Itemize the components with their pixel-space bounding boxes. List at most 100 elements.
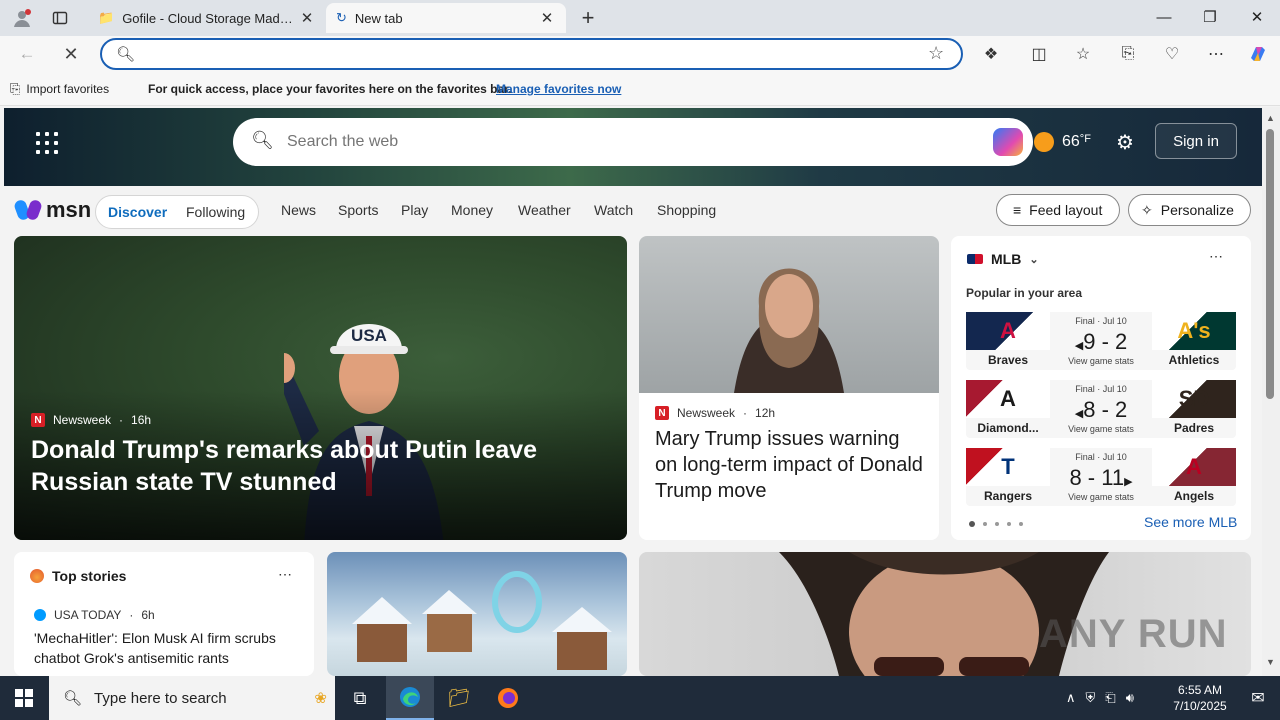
- feed-layout-button[interactable]: ≡ Feed layout: [996, 194, 1120, 226]
- nav-news[interactable]: News: [281, 202, 338, 218]
- security-icon[interactable]: ⛨: [1086, 690, 1096, 706]
- profile-icon[interactable]: [8, 4, 36, 32]
- taskbar-search-placeholder: Type here to search: [94, 689, 227, 707]
- task-view-icon[interactable]: ⧉: [336, 676, 384, 720]
- back-button[interactable]: ←: [12, 40, 42, 68]
- copilot-icon[interactable]: [1243, 40, 1273, 68]
- tab-new-tab[interactable]: ↻ New tab ✕: [326, 3, 566, 33]
- story-title[interactable]: Mary Trump issues warning on long-term i…: [655, 426, 925, 504]
- close-window-button[interactable]: ✕: [1234, 0, 1280, 34]
- see-more-mlb-link[interactable]: See more MLB: [1144, 514, 1237, 530]
- more-options-icon[interactable]: ⋯: [1201, 40, 1231, 68]
- start-button[interactable]: [0, 676, 48, 720]
- game-stats-link[interactable]: View game stats: [1050, 424, 1152, 434]
- scroll-up-icon[interactable]: ▲: [1266, 113, 1275, 123]
- top-stories-title: Top stories: [52, 568, 127, 584]
- personalize-label: Personalize: [1160, 202, 1234, 218]
- notifications-icon[interactable]: ✉: [1236, 676, 1280, 720]
- story-title[interactable]: 'MechaHitler': Elon Musk AI firm scrubs …: [34, 628, 299, 668]
- stop-loading-button[interactable]: ✕: [56, 40, 86, 68]
- split-screen-icon[interactable]: ◫: [1024, 40, 1054, 68]
- weather-widget[interactable]: 66°F: [1034, 132, 1091, 152]
- nav-play[interactable]: Play: [401, 202, 451, 218]
- restore-button[interactable]: ❐: [1187, 0, 1233, 34]
- image-story-card[interactable]: ANY RUN: [639, 552, 1251, 676]
- file-explorer-icon[interactable]: 📁︎: [435, 676, 483, 720]
- address-input[interactable]: [142, 44, 902, 64]
- close-tab-icon[interactable]: ✕: [298, 9, 316, 27]
- scroll-down-icon[interactable]: ▼: [1266, 657, 1275, 667]
- tab-gofile[interactable]: 📁 Gofile - Cloud Storage Made Simple ✕: [88, 3, 326, 33]
- network-icon[interactable]: ⎗: [1105, 690, 1115, 706]
- taskbar-search[interactable]: 🔍︎ Type here to search ❀: [49, 676, 335, 720]
- page-scrollbar[interactable]: ▲ ▼: [1262, 107, 1280, 676]
- sparkle-icon: ✧: [1141, 201, 1153, 218]
- secondary-story-card[interactable]: N Newsweek · 12h Mary Trump issues warni…: [639, 236, 939, 540]
- nav-shopping[interactable]: Shopping: [657, 202, 716, 218]
- star-icon[interactable]: ☆: [928, 43, 944, 64]
- clock[interactable]: 6:55 AM 7/10/2025: [1167, 682, 1233, 714]
- sign-in-button[interactable]: Sign in: [1155, 123, 1237, 159]
- more-options-icon[interactable]: ⋯: [1209, 248, 1223, 265]
- close-tab-icon[interactable]: ✕: [538, 9, 556, 27]
- tab-actions-icon[interactable]: [46, 4, 74, 32]
- mlb-subtitle: Popular in your area: [966, 286, 1083, 300]
- copilot-doodle-icon[interactable]: [993, 128, 1023, 156]
- mlb-header[interactable]: MLB ⌄: [967, 251, 1039, 267]
- clock-date: 7/10/2025: [1173, 699, 1227, 713]
- new-tab-button[interactable]: +: [574, 4, 602, 32]
- tab-following[interactable]: Following: [186, 204, 245, 220]
- nav-watch[interactable]: Watch: [594, 202, 657, 218]
- source-name: Newsweek: [677, 406, 736, 420]
- game-row[interactable]: A Braves Final · Jul 10 ◀9 - 2 View game …: [966, 312, 1236, 370]
- firefox-icon[interactable]: [484, 676, 532, 720]
- scrollbar-thumb[interactable]: [1266, 129, 1274, 399]
- import-favorites-button[interactable]: ⎘ Import favorites: [10, 81, 109, 97]
- feed-layout-label: Feed layout: [1029, 202, 1103, 218]
- team-name: Diamond...: [977, 421, 1039, 435]
- volume-icon[interactable]: 🔊︎: [1126, 690, 1134, 706]
- nav-sports[interactable]: Sports: [338, 202, 401, 218]
- msn-logo[interactable]: msn: [12, 197, 91, 223]
- newsweek-logo-icon: N: [655, 406, 669, 420]
- game-row[interactable]: A Diamond... Final · Jul 10 ◀8 - 2 View g…: [966, 380, 1236, 438]
- flame-icon: [30, 569, 44, 583]
- import-icon: ⎘: [10, 81, 21, 96]
- main-story-card[interactable]: USA N Newsweek · 16h Donald Trump's rema…: [14, 236, 627, 540]
- game-stats-link[interactable]: View game stats: [1050, 492, 1152, 502]
- chevron-up-icon[interactable]: ∧: [1066, 690, 1076, 706]
- sun-icon: [1034, 132, 1054, 152]
- apps-grid-icon[interactable]: [36, 132, 58, 154]
- edge-icon[interactable]: [386, 676, 434, 720]
- extensions-icon[interactable]: ❖: [976, 40, 1006, 68]
- story-source: N Newsweek · 16h: [31, 413, 151, 427]
- address-bar[interactable]: 🔍︎ ☆: [100, 38, 963, 70]
- web-search-box[interactable]: 🔍︎: [233, 118, 1033, 166]
- collections-icon[interactable]: ⎘: [1113, 40, 1143, 68]
- game-score: ◀8 - 2: [1074, 397, 1128, 422]
- nav-weather[interactable]: Weather: [518, 202, 594, 218]
- watermark: ANY RUN: [1039, 612, 1228, 656]
- game-stats-link[interactable]: View game stats: [1050, 356, 1152, 366]
- chevron-down-icon: ⌄: [1029, 253, 1039, 266]
- more-options-icon[interactable]: ⋯: [278, 566, 292, 583]
- personalize-button[interactable]: ✧ Personalize: [1128, 194, 1251, 226]
- game-promo-card[interactable]: [327, 552, 627, 676]
- top-stories-header[interactable]: Top stories: [30, 568, 126, 584]
- tab-discover[interactable]: Discover: [108, 204, 167, 220]
- story-title[interactable]: Donald Trump's remarks about Putin leave…: [31, 434, 611, 498]
- favorites-icon[interactable]: ☆: [1068, 40, 1098, 68]
- web-search-input[interactable]: [287, 131, 947, 153]
- carousel-dots[interactable]: [969, 521, 1023, 527]
- manage-favorites-link[interactable]: Manage favorites now: [496, 82, 621, 96]
- windows-taskbar: 🔍︎ Type here to search ❀ ⧉ 📁︎ ∧ ⛨ ⎗ 🔊︎ 6…: [0, 676, 1280, 720]
- minimize-button[interactable]: —: [1141, 0, 1187, 34]
- search-icon: 🔍︎: [251, 130, 274, 150]
- weather-temp: 66: [1062, 133, 1080, 150]
- gear-icon[interactable]: ⚙: [1116, 130, 1134, 155]
- team-logo-icon: T: [966, 448, 1050, 486]
- nav-money[interactable]: Money: [451, 202, 518, 218]
- mlb-logo-icon: [967, 254, 983, 264]
- browser-essentials-icon[interactable]: ♡: [1157, 40, 1187, 68]
- game-row[interactable]: T Rangers Final · Jul 10 8 - 11▶ View gam…: [966, 448, 1236, 506]
